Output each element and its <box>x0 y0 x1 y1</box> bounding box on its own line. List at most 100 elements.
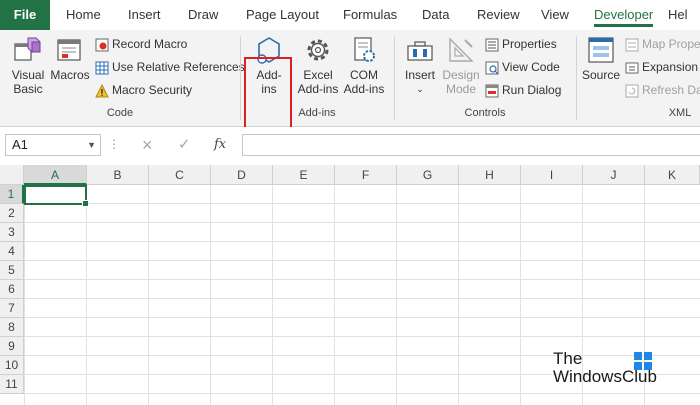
xml-source-icon <box>588 37 614 63</box>
refresh-data-label: Refresh Dat <box>642 83 700 97</box>
excel-add-ins-button[interactable]: Excel Add-ins <box>295 34 341 96</box>
column-header-k[interactable]: K <box>645 165 700 185</box>
column-header-b[interactable]: B <box>87 165 149 185</box>
macro-security-label: Macro Security <box>112 83 193 97</box>
tab-data[interactable]: Data <box>422 0 449 30</box>
row-header-3[interactable]: 3 <box>0 223 24 242</box>
gear-icon <box>307 39 329 61</box>
record-macro-button[interactable]: Record Macro <box>95 35 187 53</box>
map-properties-button[interactable]: Map Prope <box>625 35 700 53</box>
group-separator <box>240 36 241 120</box>
column-header-d[interactable]: D <box>211 165 273 185</box>
xml-source-label: Source <box>581 68 621 82</box>
expansion-packs-button[interactable]: Expansion P <box>625 58 700 76</box>
group-label-xml: XML <box>668 107 692 119</box>
run-dialog-icon <box>485 84 499 98</box>
row-header-5[interactable]: 5 <box>0 261 24 280</box>
row-header-11[interactable]: 11 <box>0 375 24 394</box>
com-add-ins-icon <box>354 37 375 62</box>
watermark-line-2: WindowsClub <box>553 367 657 386</box>
toolbox-icon <box>407 41 433 61</box>
com-add-ins-label-1: COM <box>350 68 378 82</box>
insert-controls-label: Insert <box>404 68 435 82</box>
map-properties-icon <box>625 38 639 52</box>
tab-home[interactable]: Home <box>66 0 101 30</box>
select-all-button[interactable] <box>0 165 24 185</box>
tab-formulas[interactable]: Formulas <box>343 0 397 30</box>
enter-icon[interactable]: ✓ <box>178 134 191 156</box>
tab-help[interactable]: Hel <box>668 0 688 30</box>
design-mode-button[interactable]: Design Mode <box>441 34 481 96</box>
row-header-10[interactable]: 10 <box>0 356 24 375</box>
row-header-9[interactable]: 9 <box>0 337 24 356</box>
com-add-ins-label-2: Add-ins <box>343 82 385 96</box>
row-header-8[interactable]: 8 <box>0 318 24 337</box>
expansion-packs-icon <box>625 62 639 74</box>
properties-label: Properties <box>502 37 557 51</box>
visual-basic-button[interactable]: Visual Basic <box>6 34 50 96</box>
relative-references-icon <box>95 61 109 75</box>
group-separator <box>394 36 395 120</box>
name-box-value: A1 <box>12 137 28 152</box>
formula-bar: A1 ▼ ⋮ × ✓ fx <box>0 127 700 165</box>
row-header-7[interactable]: 7 <box>0 299 24 318</box>
properties-icon <box>485 38 499 52</box>
design-mode-icon <box>449 37 474 62</box>
group-label-code: Code <box>106 107 134 119</box>
visual-basic-icon <box>14 37 41 61</box>
tab-developer[interactable]: Developer <box>594 0 654 30</box>
excel-add-ins-label-1: Excel <box>303 68 333 82</box>
visual-basic-label-2: Basic <box>13 82 43 96</box>
name-box[interactable]: A1 ▼ <box>5 134 101 156</box>
macro-security-button[interactable]: Macro Security <box>95 81 192 99</box>
xml-source-button[interactable]: Source <box>581 34 621 82</box>
properties-button[interactable]: Properties <box>485 35 557 53</box>
column-header-h[interactable]: H <box>459 165 521 185</box>
column-header-c[interactable]: C <box>149 165 211 185</box>
visual-basic-label-1: Visual <box>11 68 45 82</box>
tab-page-layout[interactable]: Page Layout <box>246 0 319 30</box>
warning-icon <box>95 83 109 98</box>
column-header-e[interactable]: E <box>273 165 335 185</box>
column-header-j[interactable]: J <box>583 165 645 185</box>
cancel-icon[interactable]: × <box>142 134 153 156</box>
ribbon-tab-bar: File Home Insert Draw Page Layout Formul… <box>0 0 700 30</box>
view-code-button[interactable]: View Code <box>485 58 560 76</box>
tab-file[interactable]: File <box>0 0 50 30</box>
chevron-down-icon[interactable]: ▼ <box>87 135 96 155</box>
row-header-4[interactable]: 4 <box>0 242 24 261</box>
formula-buttons: × ✓ fx <box>132 134 240 156</box>
map-properties-label: Map Prope <box>642 37 700 51</box>
windows-logo-icon <box>634 352 652 370</box>
excel-add-ins-label-2: Add-ins <box>297 82 339 96</box>
expansion-packs-label: Expansion P <box>642 60 700 74</box>
row-header-1[interactable]: 1 <box>0 185 24 204</box>
record-macro-label: Record Macro <box>112 37 188 51</box>
tab-draw[interactable]: Draw <box>188 0 218 30</box>
column-header-i[interactable]: I <box>521 165 583 185</box>
relative-references-label: Use Relative References <box>112 60 245 74</box>
tab-view[interactable]: View <box>541 0 569 30</box>
column-header-f[interactable]: F <box>335 165 397 185</box>
tab-review[interactable]: Review <box>477 0 520 30</box>
column-header-a[interactable]: A <box>24 165 87 185</box>
record-macro-icon <box>95 38 109 52</box>
view-code-icon <box>485 61 499 75</box>
macros-button[interactable]: Macros <box>50 34 90 82</box>
insert-controls-button[interactable]: Insert ⌄ <box>401 34 439 96</box>
refresh-data-button[interactable]: Refresh Dat <box>625 81 700 99</box>
column-header-g[interactable]: G <box>397 165 459 185</box>
formula-bar-handle-icon[interactable]: ⋮ <box>108 137 121 151</box>
tab-insert[interactable]: Insert <box>128 0 161 30</box>
row-header-6[interactable]: 6 <box>0 280 24 299</box>
active-cell-a1[interactable] <box>24 185 89 207</box>
use-relative-references-button[interactable]: Use Relative References <box>95 58 245 76</box>
design-mode-label-1: Design <box>442 68 480 82</box>
refresh-icon <box>625 84 639 98</box>
run-dialog-button[interactable]: Run Dialog <box>485 81 561 99</box>
insert-function-icon[interactable]: fx <box>214 134 226 156</box>
com-add-ins-button[interactable]: COM Add-ins <box>341 34 387 96</box>
view-code-label: View Code <box>502 60 560 74</box>
row-header-2[interactable]: 2 <box>0 204 24 223</box>
formula-input[interactable] <box>242 134 700 156</box>
